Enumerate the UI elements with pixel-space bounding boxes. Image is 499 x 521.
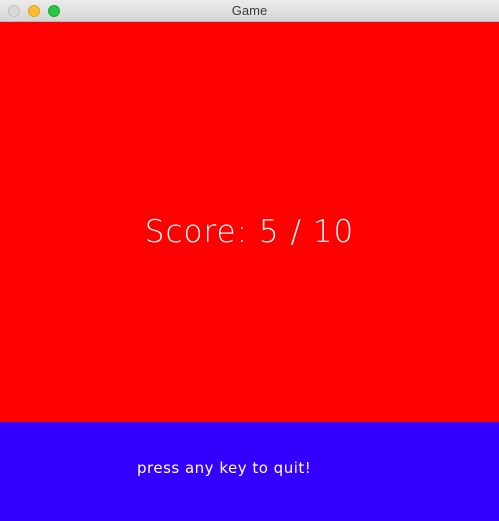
- footer-panel: press any key to quit!: [0, 422, 499, 521]
- window-title: Game: [231, 3, 268, 18]
- quit-prompt: press any key to quit!: [137, 459, 312, 477]
- score-display: Score: 5 / 10: [144, 214, 355, 250]
- game-window: Game Score: 5 / 10 press any key to quit…: [0, 0, 499, 521]
- title-bar[interactable]: Game: [0, 0, 499, 22]
- game-canvas[interactable]: Score: 5 / 10: [0, 22, 499, 422]
